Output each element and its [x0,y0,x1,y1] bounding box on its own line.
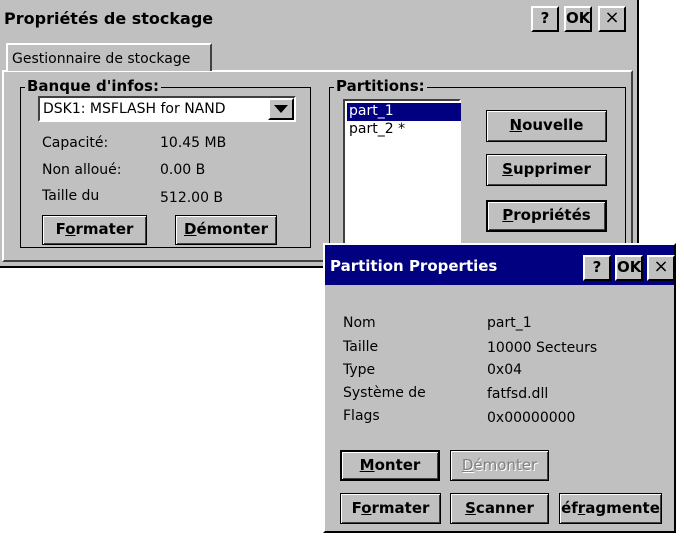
filesystem-label: Système de [343,385,426,401]
capacity-label: Capacité: [42,135,109,151]
partitions-list[interactable]: part_1 part_2 * [343,99,461,249]
type-value: 0x04 [487,362,523,378]
window-title: Propriétés de stockage [4,9,214,28]
title-bar[interactable]: Partition Properties ? OK × [325,245,675,285]
new-partition-button[interactable]: Nouvelle [486,110,607,142]
unmount-button: Démonter [450,450,549,481]
store-select-value: DSK1: MSFLASH for NAND [43,101,226,117]
title-bar[interactable]: Propriétés de stockage ? OK × [0,0,637,36]
sector-size-value: 512.00 B [160,190,224,206]
mount-button[interactable]: Monter [340,450,440,481]
close-button[interactable]: × [598,6,626,32]
store-select[interactable]: DSK1: MSFLASH for NAND [38,96,296,122]
sector-size-label: Taille du [42,188,100,204]
flags-label: Flags [343,408,380,424]
format-button[interactable]: Formater [340,493,441,524]
unmount-button[interactable]: Démonter [175,215,277,245]
capacity-value: 10.45 MB [160,135,227,151]
flags-value: 0x00000000 [487,410,576,426]
close-button[interactable]: × [647,255,675,281]
type-label: Type [343,362,376,378]
format-button[interactable]: Formater [42,215,147,245]
ok-button[interactable]: OK [615,255,643,281]
scan-button[interactable]: Scanner [450,493,549,524]
help-button[interactable]: ? [531,6,559,32]
filesystem-value: fatfsd.dll [487,386,549,402]
name-value: part_1 [487,315,532,331]
ok-button[interactable]: OK [564,6,592,32]
partitions-label: Partitions: [334,77,427,95]
list-item[interactable]: part_2 * [347,121,461,139]
list-item[interactable]: part_1 [347,103,461,121]
properties-button[interactable]: Propriétés [486,200,607,232]
storage-properties-window: Propriétés de stockage ? OK × Gestionnai… [0,0,639,268]
tab-storage-manager[interactable]: Gestionnaire de stockage [6,43,212,71]
delete-partition-button[interactable]: Supprimer [486,154,607,186]
help-button[interactable]: ? [583,255,611,281]
unallocated-value: 0.00 B [160,162,206,178]
size-value: 10000 Secteurs [487,340,598,356]
chevron-down-icon [274,105,288,113]
partition-properties-window: Partition Properties ? OK × Nom part_1 T… [323,243,676,533]
dropdown-button[interactable] [268,98,294,120]
name-label: Nom [343,315,376,331]
window-title: Partition Properties [330,257,498,275]
store-info-label: Banque d'infos: [25,77,161,95]
unallocated-label: Non alloué: [42,162,122,178]
size-label: Taille [343,339,379,355]
defragment-button[interactable]: éfragmente [559,493,662,524]
